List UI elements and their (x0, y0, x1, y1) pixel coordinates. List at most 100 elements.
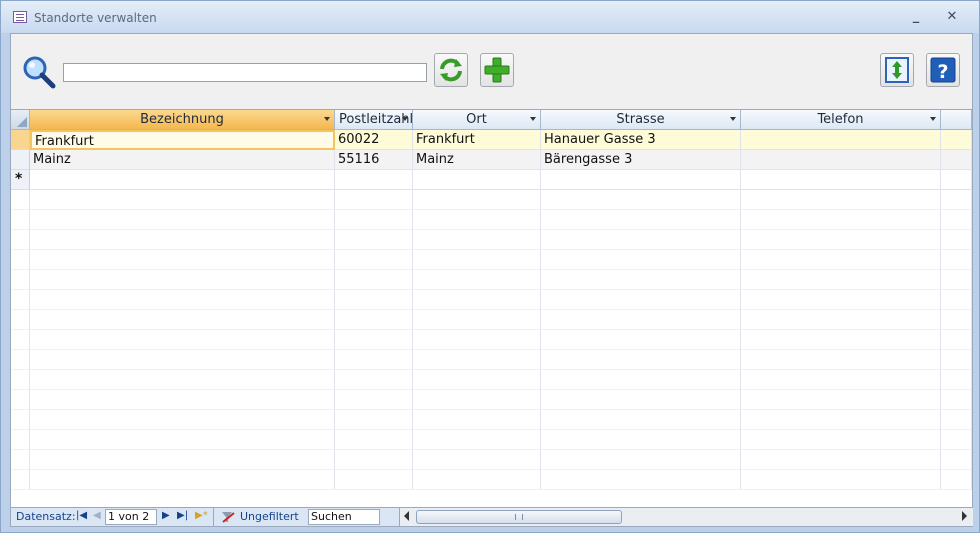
column-header-bezeichnung[interactable]: Bezeichnung (30, 110, 335, 130)
empty-cell (335, 270, 413, 290)
previous-record-button[interactable]: ◀ (93, 510, 101, 521)
close-button[interactable]: ✕ (941, 7, 963, 27)
empty-cell (541, 290, 741, 310)
empty-cell (413, 430, 541, 450)
scroll-right-arrow-icon[interactable] (962, 511, 967, 521)
new-record-button[interactable]: ▶* (195, 510, 208, 521)
empty-cell (335, 330, 413, 350)
empty-cell (541, 210, 741, 230)
cell-telefon[interactable] (741, 130, 941, 150)
column-header-strasse[interactable]: Strasse (541, 110, 741, 130)
record-navigation-bar: Datensatz: |◀ ◀ 1 von 2 ▶ ▶| ▶* Ungefilt… (11, 507, 973, 526)
empty-selector (11, 410, 30, 430)
new-record-row[interactable] (11, 170, 972, 190)
cell-telefon[interactable] (741, 150, 941, 170)
empty-cell (941, 390, 972, 410)
empty-cell (413, 250, 541, 270)
add-button[interactable] (480, 53, 514, 87)
search-input[interactable] (63, 63, 427, 82)
cell-postleitzahl[interactable]: 60022 (335, 130, 413, 150)
empty-cell (941, 330, 972, 350)
column-header-postleitzahl[interactable]: Postleitzahl (335, 110, 413, 130)
column-header-next[interactable] (941, 110, 972, 130)
toolbar: ? (11, 34, 972, 109)
scroll-left-arrow-icon[interactable] (404, 511, 409, 521)
column-header-label: Bezeichnung (140, 112, 224, 127)
empty-cell (541, 350, 741, 370)
empty-row (11, 390, 972, 410)
empty-selector (11, 350, 30, 370)
cell-extra[interactable] (941, 130, 972, 150)
first-record-button[interactable]: |◀ (76, 510, 87, 521)
empty-row (11, 290, 972, 310)
cell-bezeichnung[interactable]: Frankfurt (30, 130, 335, 150)
empty-cell (941, 370, 972, 390)
empty-cell (413, 470, 541, 490)
next-record-button[interactable]: ▶ (162, 510, 170, 521)
new-record-selector[interactable] (11, 170, 30, 190)
filter-toggle[interactable]: Ungefiltert (213, 508, 299, 526)
cell-extra[interactable] (941, 150, 972, 170)
column-header-label: Telefon (817, 112, 864, 127)
empty-cell (30, 370, 335, 390)
empty-cell (541, 190, 741, 210)
cell-bezeichnung[interactable] (30, 170, 335, 190)
dropdown-arrow-icon[interactable] (530, 117, 536, 121)
cell-strasse[interactable]: Bärengasse 3 (541, 150, 741, 170)
column-header-ort[interactable]: Ort (413, 110, 541, 130)
table-row[interactable]: Mainz 55116 Mainz Bärengasse 3 (11, 150, 972, 170)
status-search-field[interactable]: Suchen (308, 509, 380, 525)
refresh-arrows-icon (440, 58, 462, 82)
record-selector[interactable] (11, 150, 30, 170)
empty-selector (11, 310, 30, 330)
record-selector[interactable] (11, 130, 30, 150)
empty-cell (30, 470, 335, 490)
empty-cell (413, 390, 541, 410)
empty-cell (541, 250, 741, 270)
empty-cell (30, 290, 335, 310)
cell-extra[interactable] (941, 170, 972, 190)
cell-postleitzahl[interactable]: 55116 (335, 150, 413, 170)
empty-cell (741, 270, 941, 290)
empty-cell (541, 310, 741, 330)
cell-strasse[interactable] (541, 170, 741, 190)
empty-cell (741, 430, 941, 450)
dropdown-arrow-icon[interactable] (930, 117, 936, 121)
current-record-field[interactable]: 1 von 2 (105, 509, 157, 525)
refresh-button[interactable] (434, 53, 468, 87)
cell-telefon[interactable] (741, 170, 941, 190)
sort-button[interactable] (880, 53, 914, 87)
empty-cell (413, 310, 541, 330)
empty-cell (413, 190, 541, 210)
empty-selector (11, 330, 30, 350)
empty-selector (11, 430, 30, 450)
empty-row (11, 190, 972, 210)
dropdown-arrow-icon[interactable] (324, 117, 330, 121)
horizontal-scrollbar[interactable] (399, 508, 973, 526)
empty-row (11, 270, 972, 290)
minimize-button[interactable]: _ (905, 7, 927, 27)
empty-cell (30, 430, 335, 450)
table-row[interactable]: Frankfurt 60022 Frankfurt Hanauer Gasse … (11, 130, 972, 150)
empty-selector (11, 250, 30, 270)
empty-cell (413, 330, 541, 350)
cell-bezeichnung[interactable]: Mainz (30, 150, 335, 170)
empty-cell (30, 390, 335, 410)
cell-ort[interactable]: Frankfurt (413, 130, 541, 150)
empty-cell (941, 270, 972, 290)
dropdown-arrow-icon[interactable] (402, 117, 408, 121)
dropdown-arrow-icon[interactable] (730, 117, 736, 121)
cell-postleitzahl[interactable] (335, 170, 413, 190)
help-button[interactable]: ? (926, 53, 960, 87)
cell-strasse[interactable]: Hanauer Gasse 3 (541, 130, 741, 150)
column-header-telefon[interactable]: Telefon (741, 110, 941, 130)
cell-ort[interactable]: Mainz (413, 150, 541, 170)
last-record-button[interactable]: ▶| (177, 510, 188, 521)
main-window: Standorte verwalten _ ✕ ? Bezeichnung Po… (0, 0, 980, 533)
filter-off-icon (222, 512, 235, 523)
scroll-thumb[interactable] (416, 510, 622, 524)
title-bar[interactable]: Standorte verwalten _ ✕ (1, 1, 979, 33)
select-all-corner[interactable] (11, 110, 30, 130)
cell-ort[interactable] (413, 170, 541, 190)
column-header-label: Ort (466, 112, 487, 127)
